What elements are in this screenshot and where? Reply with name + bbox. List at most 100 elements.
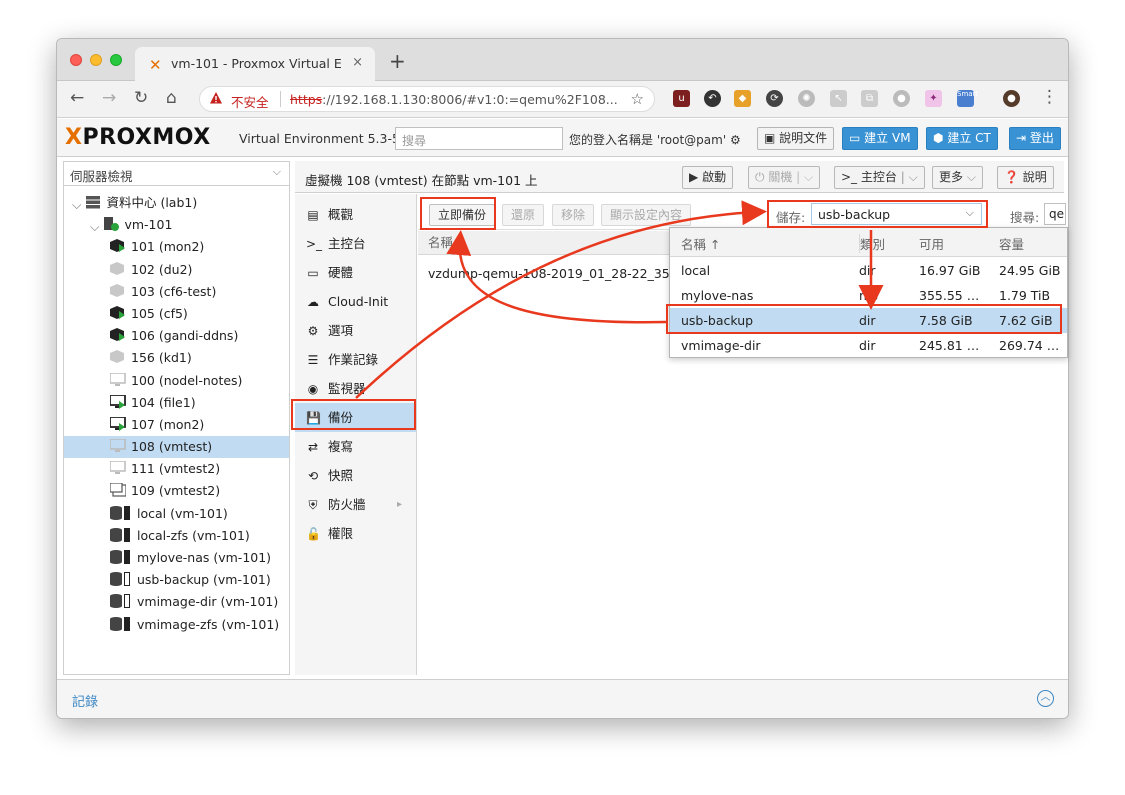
storage-option-0[interactable]: local dir 16.97 GiB 24.95 GiB [670, 258, 1067, 283]
color-extension-icon[interactable]: ◆ [734, 90, 751, 107]
close-window-button[interactable] [70, 54, 82, 66]
logout-button[interactable]: ⇥ 登出 [1009, 127, 1061, 150]
tree-item-label: local-zfs (vm-101) [137, 527, 250, 543]
address-bar: ← → ↻ ⌂ 不安全 https://192.168.1.130:8006/#… [57, 81, 1068, 118]
header-name[interactable]: 名稱 ↑ [681, 234, 720, 253]
tree-item-7[interactable]: 156 (kd1) [64, 347, 289, 369]
more-button[interactable]: 更多 ⌵ [932, 166, 983, 189]
more-menu-icon[interactable]: ⋮ [1041, 87, 1058, 107]
view-selector[interactable]: 伺服器檢視 ⌵ [64, 162, 289, 186]
shutdown-button[interactable]: ⏻ 關機 | ⌵ [748, 166, 821, 189]
menu-item-cloud-init[interactable]: ☁ Cloud-Init [295, 287, 416, 316]
new-tab-button[interactable]: + [389, 49, 406, 73]
tree-item-19[interactable]: vmimage-zfs (vm-101) [64, 614, 289, 636]
tree-item-2[interactable]: 101 (mon2) [64, 236, 289, 258]
tree-item-11[interactable]: 108 (vmtest) [64, 436, 289, 459]
storage-option-2[interactable]: usb-backup dir 7.58 GiB 7.62 GiB [670, 308, 1067, 333]
back-arrow-icon[interactable]: ← [70, 88, 84, 108]
version-label: Virtual Environment 5.3-5 [239, 131, 400, 146]
bookmark-star-icon[interactable]: ☆ [631, 90, 644, 108]
tree-item-label: 107 (mon2) [131, 416, 205, 432]
create-vm-button[interactable]: ▭ 建立 VM [842, 127, 918, 150]
log-label[interactable]: 記錄 [72, 691, 98, 710]
tree-item-9[interactable]: 104 (file1) [64, 392, 289, 414]
start-button[interactable]: ▶ 啟動 [682, 166, 734, 189]
console-button[interactable]: >_ 主控台 | ⌵ [834, 166, 925, 189]
docs-button[interactable]: ▣ 說明文件 [757, 127, 835, 150]
menu-item-snapshots[interactable]: ⟲ 快照 [295, 461, 416, 490]
circle-extension-icon[interactable]: ● [893, 90, 910, 107]
menu-item-monitor[interactable]: ◉ 監視器 [295, 374, 416, 403]
gear-icon[interactable]: ⚙ [730, 133, 741, 147]
remove-button[interactable]: 移除 [552, 204, 595, 226]
tree-item-6[interactable]: 106 (gandi-ddns) [64, 325, 289, 347]
menu-item-replication[interactable]: ⇄ 複寫 [295, 432, 416, 461]
search-input[interactable]: 搜尋 [395, 127, 563, 150]
wheel-extension-icon[interactable]: ✺ [798, 90, 815, 107]
tree-item-label: local (vm-101) [137, 505, 228, 521]
storage-cell-cap: 24.95 GiB [999, 263, 1061, 278]
play-icon: ▶ [689, 170, 699, 184]
chevron-up-icon[interactable]: ︿ [1037, 690, 1054, 707]
backup-now-button[interactable]: 立即備份 [429, 204, 496, 226]
tab-close-icon[interactable]: × [352, 55, 363, 70]
history-extension-icon[interactable]: ↶ [704, 90, 721, 107]
menu-item-hardware[interactable]: ▭ 硬體 [295, 258, 416, 287]
browser-tab[interactable]: ✕ vm-101 - Proxmox Virtual Envir × [135, 47, 375, 81]
header-avail[interactable]: 可用 [919, 234, 944, 253]
tree-item-10[interactable]: 107 (mon2) [64, 414, 289, 436]
help-button[interactable]: ❓ 說明 [997, 166, 1054, 189]
header-type[interactable]: 類別 [859, 234, 885, 253]
storage-option-1[interactable]: mylove-nas nfs 355.55 … 1.79 TiB [670, 283, 1067, 308]
tree-item-13[interactable]: 109 (vmtest2) [64, 480, 289, 502]
tree-item-16[interactable]: mylove-nas (vm-101) [64, 547, 289, 569]
profile-avatar[interactable]: ● [1003, 90, 1020, 107]
cube-icon: ⬢ [933, 131, 944, 145]
tree-item-5[interactable]: 105 (cf5) [64, 303, 289, 325]
proxmox-logo: XPROXMOX [65, 125, 211, 150]
smart-extension-icon[interactable]: Smart [957, 90, 978, 107]
vmoff-icon [110, 261, 126, 275]
menu-item-options[interactable]: ⚙ 選項 [295, 316, 416, 345]
backup-search-input[interactable]: qe [1044, 203, 1066, 225]
tree-item-label: 104 (file1) [131, 394, 196, 410]
header-capacity[interactable]: 容量 [999, 234, 1024, 253]
url-field[interactable]: 不安全 https://192.168.1.130:8006/#v1:0:=qe… [199, 86, 655, 112]
menu-item-backup[interactable]: 💾 備份 [295, 403, 416, 432]
show-config-button[interactable]: 顯示設定內容 [601, 204, 692, 226]
tree-item-8[interactable]: 100 (nodel-notes) [64, 370, 289, 392]
menu-item-overview[interactable]: ▤ 概觀 [295, 200, 416, 229]
tree-item-18[interactable]: vmimage-dir (vm-101) [64, 591, 289, 613]
cursor-extension-icon[interactable]: ↖ [830, 90, 847, 107]
tree-item-14[interactable]: local (vm-101) [64, 503, 289, 525]
tree-item-4[interactable]: 103 (cf6-test) [64, 281, 289, 303]
copy-extension-icon[interactable]: ⧉ [861, 90, 878, 107]
tree-item-label: 111 (vmtest2) [131, 461, 221, 477]
sync-extension-icon[interactable]: ⟳ [766, 90, 783, 107]
maximize-window-button[interactable] [110, 54, 122, 66]
create-ct-button[interactable]: ⬢ 建立 CT [926, 127, 998, 150]
tree-item-1[interactable]: ⌵ vm-101 [64, 214, 289, 236]
tree-item-0[interactable]: ⌵ 資料中心 (lab1) [64, 192, 289, 214]
menu-item-firewall[interactable]: ⛨ 防火牆 ▸ [295, 490, 416, 519]
tree-item-12[interactable]: 111 (vmtest2) [64, 458, 289, 480]
ublock-extension-icon[interactable]: u [673, 90, 690, 107]
overview-icon: ▤ [307, 208, 319, 222]
tree-item-15[interactable]: local-zfs (vm-101) [64, 525, 289, 547]
minimize-window-button[interactable] [90, 54, 102, 66]
reload-icon[interactable]: ↻ [134, 88, 148, 108]
storage-select[interactable]: usb-backup ⌵ [811, 203, 982, 225]
home-icon[interactable]: ⌂ [166, 88, 177, 108]
storage-cell-avail: 355.55 … [919, 288, 980, 303]
storage-option-3[interactable]: vmimage-dir dir 245.81 … 269.74 … [670, 333, 1067, 358]
unicorn-extension-icon[interactable]: ✦ [925, 90, 942, 107]
tree-item-3[interactable]: 102 (du2) [64, 259, 289, 281]
monrun-icon [109, 415, 126, 431]
tree-item-17[interactable]: usb-backup (vm-101) [64, 569, 289, 591]
restore-button[interactable]: 還原 [502, 204, 545, 226]
menu-item-permissions[interactable]: 🔓 權限 [295, 519, 416, 548]
forward-arrow-icon[interactable]: → [102, 88, 116, 108]
menu-item-task-history[interactable]: ☰ 作業記錄 [295, 345, 416, 374]
menu-item-console[interactable]: >_ 主控台 [295, 229, 416, 258]
hardware-icon: ▭ [307, 266, 319, 280]
